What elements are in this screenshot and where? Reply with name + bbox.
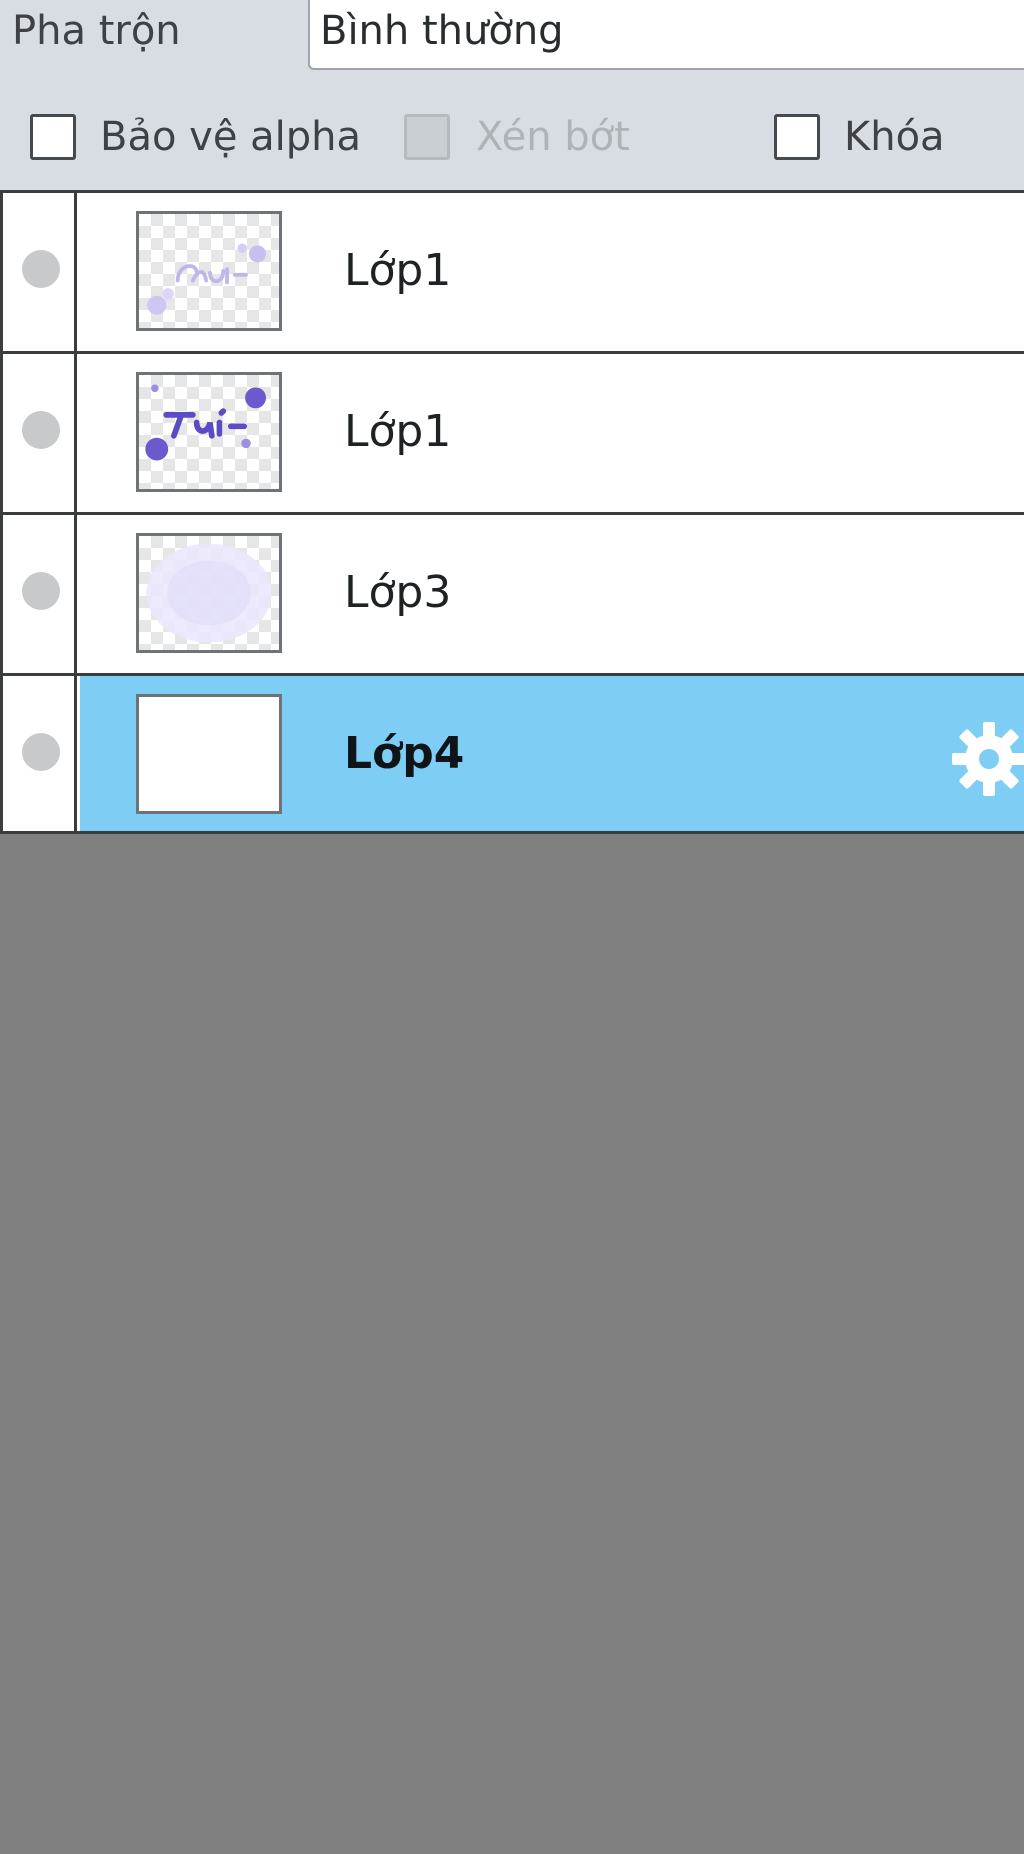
lock-checkbox[interactable]: [774, 114, 820, 160]
protect-alpha-label: Bảo vệ alpha: [100, 114, 362, 160]
layer-thumbnail: [136, 533, 282, 653]
layer-row[interactable]: Lớp1: [0, 190, 1024, 351]
layer-list: Lớp1 Lớp1 Lớp3 Lớp4: [0, 190, 1024, 834]
layer-name: Lớp1: [344, 406, 452, 457]
layer-thumbnail: [136, 211, 282, 331]
clip-label: Xén bớt: [476, 114, 630, 160]
layer-content[interactable]: Lớp1: [80, 354, 1024, 512]
blend-mode-select[interactable]: Bình thường: [308, 0, 1024, 70]
layer-row[interactable]: Lớp1: [0, 351, 1024, 512]
lock-label: Khóa: [844, 114, 945, 160]
layer-name: Lớp3: [344, 567, 452, 618]
gear-icon[interactable]: [950, 720, 1024, 798]
layer-thumbnail: [136, 694, 282, 814]
layer-content[interactable]: Lớp4: [80, 676, 1024, 831]
clip-checkbox: [404, 114, 450, 160]
blend-mode-value: Bình thường: [320, 8, 564, 54]
visibility-toggle[interactable]: [0, 354, 77, 512]
protect-alpha-checkbox[interactable]: [30, 114, 76, 160]
empty-layer-area: [0, 834, 1024, 1854]
visibility-dot-icon: [22, 572, 60, 610]
layer-thumbnail: [136, 372, 282, 492]
layer-thumbnail-image: [146, 543, 272, 643]
visibility-dot-icon: [22, 411, 60, 449]
layer-name: Lớp4: [344, 728, 465, 779]
blend-mode-label: Pha trộn: [12, 8, 181, 54]
layer-content[interactable]: Lớp3: [80, 515, 1024, 673]
layer-row-selected[interactable]: Lớp4: [0, 673, 1024, 834]
visibility-toggle[interactable]: [0, 193, 77, 351]
visibility-dot-icon: [22, 733, 60, 771]
visibility-toggle[interactable]: [0, 515, 77, 673]
layer-thumbnail-image: [147, 243, 266, 315]
layer-name: Lớp1: [344, 245, 452, 296]
visibility-dot-icon: [22, 250, 60, 288]
visibility-toggle[interactable]: [0, 676, 77, 831]
layer-row[interactable]: Lớp3: [0, 512, 1024, 673]
layer-thumbnail-image: [145, 384, 266, 461]
layer-content[interactable]: Lớp1: [80, 193, 1024, 351]
layer-properties-panel: Pha trộn Bình thường Bảo vệ alpha Xén bớ…: [0, 0, 1024, 190]
